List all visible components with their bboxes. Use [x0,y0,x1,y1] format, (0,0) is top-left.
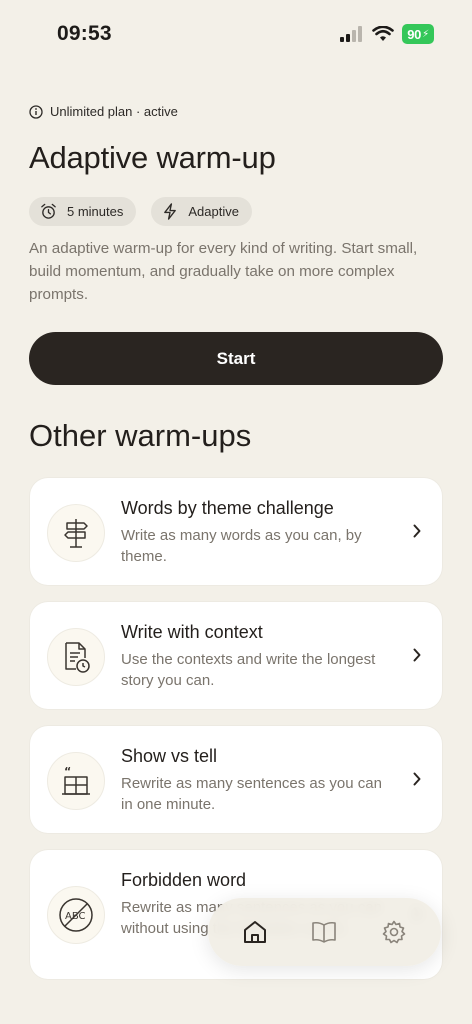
warmup-card-title: Words by theme challenge [121,498,334,518]
lightning-icon [164,203,177,220]
duration-chip: 5 minutes [29,197,137,226]
status-icons: 90 ⚡ [340,24,434,44]
warmup-card-title: Show vs tell [121,746,218,766]
warmup-card-write-with-context[interactable]: Write with context Use the contexts and … [30,602,442,709]
signal-icon [340,26,362,42]
warmup-card-title: Forbidden word [121,870,247,890]
alarm-clock-icon [41,203,56,219]
status-time: 09:53 [57,22,112,45]
warmup-card-description: Write as many words as you can, by theme… [121,527,362,565]
gear-icon [382,920,406,944]
status-bar: 09:53 90 ⚡ [0,0,472,70]
nav-library-button[interactable] [304,912,344,952]
home-icon [243,921,266,943]
chevron-right-icon [413,648,421,662]
adaptive-chip: Adaptive [151,197,252,226]
document-clock-icon [47,628,105,686]
start-button[interactable]: Start [29,332,443,385]
no-abc-icon: ABC [47,886,105,944]
warmup-card-title: Write with context [121,622,263,642]
warmup-meta-chips: 5 minutes Adaptive [29,197,252,226]
wifi-icon [372,26,394,41]
nav-settings-button[interactable] [374,912,414,952]
warmup-description: An adaptive warm-up for every kind of wr… [29,240,418,303]
plan-status: Unlimited plan · active [29,104,178,119]
info-icon [29,104,43,119]
battery-icon: 90 ⚡ [402,24,434,44]
battery-level: 90 [407,26,422,42]
chevron-right-icon [413,524,421,538]
bottom-nav [208,898,441,966]
charging-bolt-icon: ⚡ [422,28,429,40]
svg-text:“: “ [64,765,71,778]
adaptive-label: Adaptive [188,204,239,219]
nav-home-button[interactable] [235,912,275,952]
quote-window-icon: “ [47,752,105,810]
warmup-card-description: Rewrite as many sentences as you can in … [121,775,382,813]
warmup-card-words-by-theme[interactable]: Words by theme challenge Write as many w… [30,478,442,585]
plan-label: Unlimited plan · active [50,104,178,119]
other-warmups-heading: Other warm-ups [29,418,252,453]
chevron-right-icon [413,772,421,786]
warmup-card-show-vs-tell[interactable]: “ Show vs tell Rewrite as many sentences… [30,726,442,833]
signpost-icon [47,504,105,562]
warmup-card-description: Use the contexts and write the longest s… [121,651,376,689]
page-title: Adaptive warm-up [29,140,276,175]
duration-label: 5 minutes [67,204,124,219]
book-icon [312,921,337,943]
